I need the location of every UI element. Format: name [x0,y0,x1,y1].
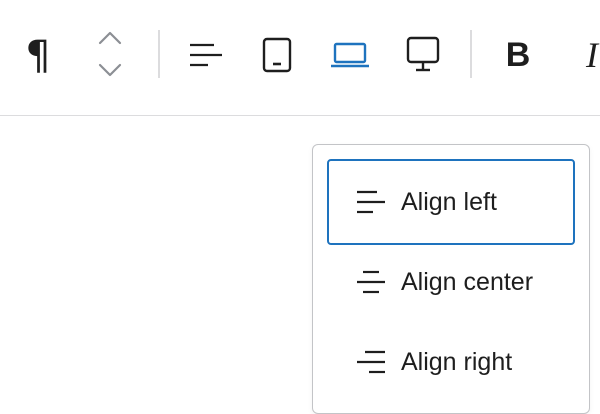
menu-item-label: Align left [401,187,497,216]
align-button[interactable] [180,30,232,80]
block-mover [86,24,134,84]
menu-item-label: Align center [401,267,534,296]
menu-item-label: Align right [401,347,513,376]
menu-item-align-center[interactable]: Align center [327,239,575,325]
align-right-icon [357,350,385,374]
preview-laptop-button[interactable] [324,30,376,80]
desktop-icon [406,36,440,72]
block-toolbar: ¶ B I [0,0,600,116]
preview-desktop-button[interactable] [398,30,448,80]
laptop-icon [331,42,369,68]
pilcrow-icon: ¶ [25,33,51,79]
align-left-icon [190,43,222,67]
chevron-up-icon[interactable] [97,30,123,46]
align-dropdown-menu: Align left Align center Align right [312,144,590,414]
preview-tablet-button[interactable] [254,30,300,80]
bold-label: B [505,35,531,74]
toolbar-separator [158,30,160,78]
block-type-button[interactable]: ¶ [14,28,62,84]
italic-button[interactable]: I [572,30,600,80]
align-left-icon [357,190,385,214]
bold-button[interactable]: B [494,30,542,80]
tablet-icon [262,37,292,73]
italic-label: I [586,35,598,75]
align-center-icon [357,270,385,294]
toolbar-separator [470,30,472,78]
menu-item-align-right[interactable]: Align right [327,319,575,405]
menu-item-align-left[interactable]: Align left [327,159,575,245]
chevron-down-icon[interactable] [97,62,123,78]
